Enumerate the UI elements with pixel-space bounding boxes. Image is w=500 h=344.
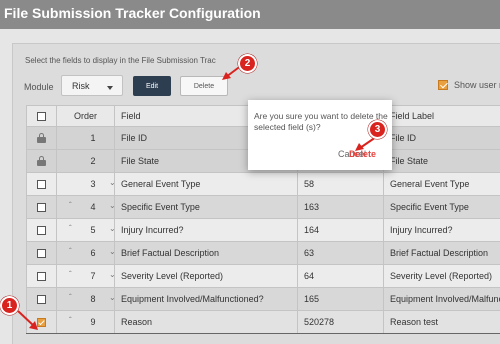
module-select-value: Risk xyxy=(72,81,90,91)
field-name: Brief Factual Description xyxy=(114,241,298,265)
order-value: 5 xyxy=(90,225,96,235)
order-value: 8 xyxy=(90,294,96,304)
move-down-icon[interactable]: ⌄ xyxy=(109,201,114,210)
step-1-arrow xyxy=(17,310,38,330)
move-down-icon[interactable]: ⌄ xyxy=(109,247,114,256)
show-user-checkbox[interactable] xyxy=(438,80,448,90)
order-value: 9 xyxy=(90,317,96,327)
order-value: 2 xyxy=(90,156,96,166)
header-field-label[interactable]: Field Label xyxy=(383,105,500,127)
field-name: Reason xyxy=(114,310,298,334)
field-name: Specific Event Type xyxy=(114,195,298,219)
order-value: 4 xyxy=(90,202,96,212)
order-value: 1 xyxy=(90,133,96,143)
header-select-all[interactable] xyxy=(26,105,57,127)
field-id: 164 xyxy=(297,218,384,242)
step-marker-1: 1 xyxy=(0,296,19,315)
lock-icon xyxy=(37,156,46,167)
instruction-text: Select the fields to display in the File… xyxy=(25,56,216,65)
field-label: General Event Type xyxy=(383,172,500,196)
move-up-icon[interactable]: ˆ xyxy=(69,270,72,279)
field-id: 63 xyxy=(297,241,384,265)
field-label: Injury Incurred? xyxy=(383,218,500,242)
row-checkbox[interactable] xyxy=(37,272,46,282)
header-order[interactable]: Order xyxy=(56,105,115,127)
table-row[interactable]: 3 ⌄ General Event Type 58 General Event T… xyxy=(26,172,500,196)
show-user-label: Show user r xyxy=(454,80,500,90)
field-name: Severity Level (Reported) xyxy=(114,264,298,288)
field-id: 165 xyxy=(297,287,384,311)
row-checkbox[interactable] xyxy=(37,203,46,213)
row-checkbox[interactable] xyxy=(37,226,46,236)
order-value: 6 xyxy=(90,248,96,258)
field-label: Brief Factual Description xyxy=(383,241,500,265)
page-title: File Submission Tracker Configuration xyxy=(4,5,261,21)
row-checkbox[interactable] xyxy=(37,295,46,305)
field-label: Specific Event Type xyxy=(383,195,500,219)
title-bar: File Submission Tracker Configuration xyxy=(0,0,500,29)
table-row[interactable]: ˆ 4 ⌄ Specific Event Type 163 Specific Eve… xyxy=(26,195,500,219)
field-id: 520278 xyxy=(297,310,384,334)
field-id: 163 xyxy=(297,195,384,219)
move-down-icon[interactable]: ⌄ xyxy=(109,178,114,187)
select-all-checkbox[interactable] xyxy=(37,112,46,122)
field-id: 58 xyxy=(297,172,384,196)
show-user-toggle[interactable]: Show user r xyxy=(438,80,500,90)
move-up-icon[interactable]: ˆ xyxy=(69,224,72,233)
table-row-selected[interactable]: ˆ 9 Reason 520278 Reason test xyxy=(26,310,500,334)
field-name: Injury Incurred? xyxy=(114,218,298,242)
step-marker-3: 3 xyxy=(368,120,387,139)
table-row[interactable]: ˆ 8 ⌄ Equipment Involved/Malfunctioned? 16… xyxy=(26,287,500,311)
move-up-icon[interactable]: ˆ xyxy=(69,293,72,302)
edit-button[interactable]: Edit xyxy=(133,76,171,96)
field-label: Severity Level (Reported) xyxy=(383,264,500,288)
move-up-icon[interactable]: ˆ xyxy=(69,201,72,210)
move-up-icon[interactable]: ˆ xyxy=(69,316,72,325)
row-checkbox[interactable] xyxy=(37,180,46,190)
field-label: Equipment Involved/Malfunct xyxy=(383,287,500,311)
module-label: Module xyxy=(24,82,54,92)
order-value: 7 xyxy=(90,271,96,281)
move-down-icon[interactable]: ⌄ xyxy=(109,270,114,279)
table-row[interactable]: ˆ 5 ⌄ Injury Incurred? 164 Injury Incurred… xyxy=(26,218,500,242)
move-down-icon[interactable]: ⌄ xyxy=(109,293,114,302)
field-label: Reason test xyxy=(383,310,500,334)
table-row[interactable]: ˆ 6 ⌄ Brief Factual Description 63 Brief F… xyxy=(26,241,500,265)
move-down-icon[interactable]: ⌄ xyxy=(109,224,114,233)
field-id: 64 xyxy=(297,264,384,288)
lock-icon xyxy=(37,133,46,144)
field-name: Equipment Involved/Malfunctioned? xyxy=(114,287,298,311)
move-up-icon[interactable]: ˆ xyxy=(69,247,72,256)
step-marker-2: 2 xyxy=(238,54,257,73)
chevron-down-icon xyxy=(107,86,113,90)
field-label: File State xyxy=(383,149,500,173)
field-label: File ID xyxy=(383,126,500,150)
field-name: General Event Type xyxy=(114,172,298,196)
row-checkbox[interactable] xyxy=(37,249,46,259)
table-row[interactable]: ˆ 7 ⌄ Severity Level (Reported) 64 Severit… xyxy=(26,264,500,288)
module-select[interactable]: Risk xyxy=(61,75,123,96)
order-value: 3 xyxy=(90,179,96,189)
